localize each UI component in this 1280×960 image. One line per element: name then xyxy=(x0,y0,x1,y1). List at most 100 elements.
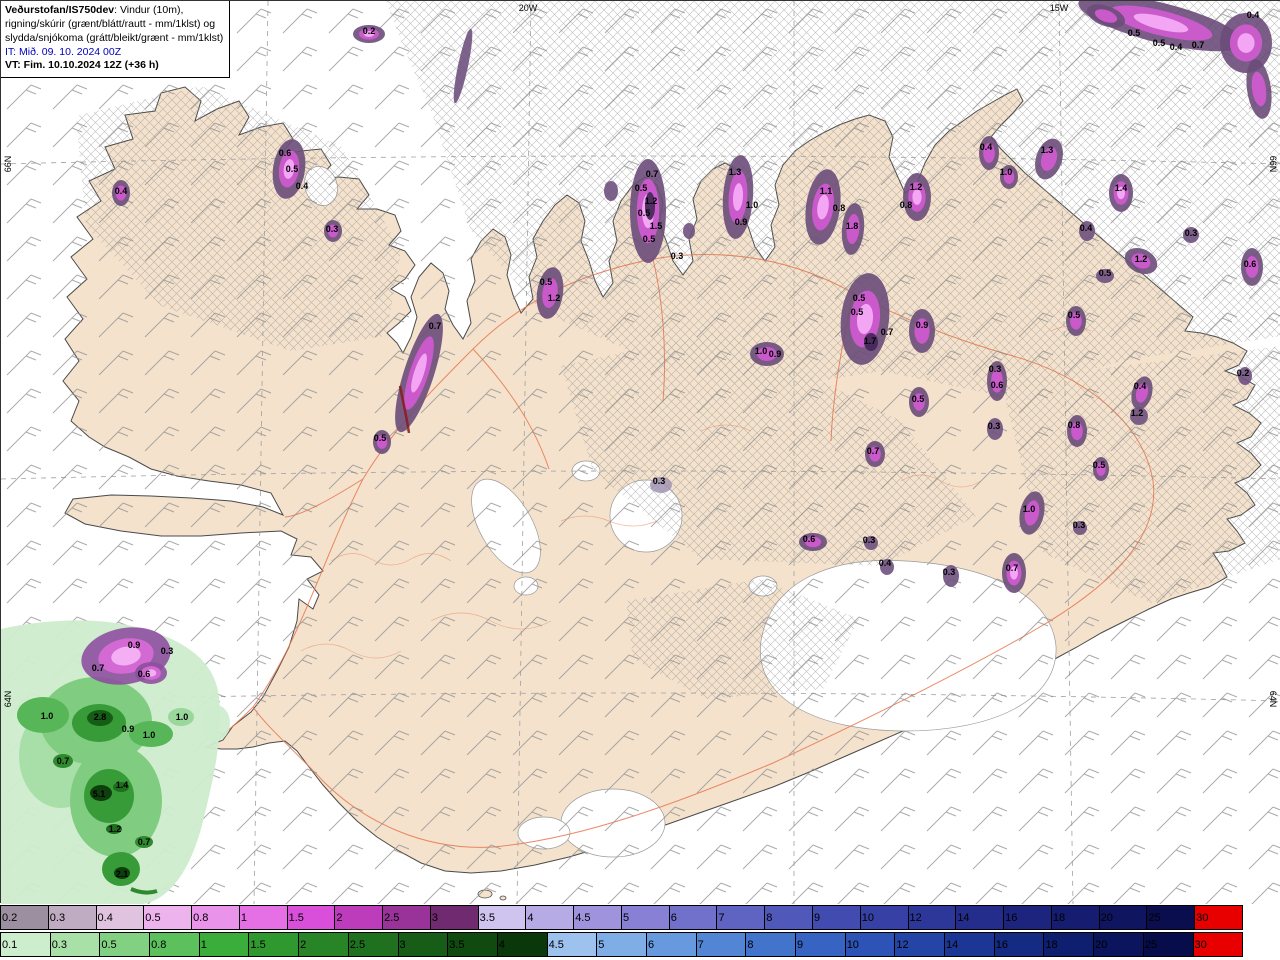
precip-blob xyxy=(1003,170,1015,184)
colorbar-tick-label: 2.5 xyxy=(349,938,366,951)
colorbar-tick-label: 1 xyxy=(200,938,207,951)
precip-blob xyxy=(1245,255,1259,279)
colorbar-segment: 3 xyxy=(430,906,479,929)
precip-blob xyxy=(1073,521,1087,535)
precip-blob xyxy=(912,189,922,205)
colorbar-tick-label: 0.3 xyxy=(49,911,66,924)
colorbar-tick-label: 6 xyxy=(670,911,677,924)
legend-line-rain: rigning/skúrir (grænt/blátt/rautt - mm/1… xyxy=(5,17,216,30)
colorbar-segment: 0.8 xyxy=(150,933,200,956)
precip-blob xyxy=(1070,312,1082,330)
colorbar-segment: 25 xyxy=(1147,906,1196,929)
colorbar-segment: 6 xyxy=(669,906,718,929)
colorbar-segment: 30 xyxy=(1195,906,1242,929)
colorbar-tick-label: 10 xyxy=(861,911,875,924)
colorbar-segment: 18 xyxy=(1044,933,1095,956)
precip-blob xyxy=(987,418,1003,440)
colorbar-segment: 2.5 xyxy=(348,933,399,956)
colorbar-tick-label: 16 xyxy=(1005,911,1018,924)
colorbar-tick-label: 16 xyxy=(995,938,1008,951)
precip-blob xyxy=(869,446,881,462)
colorbar-segment: 30 xyxy=(1193,933,1243,956)
colorbar-segment: 9 xyxy=(796,933,846,956)
precip-blob xyxy=(864,333,878,351)
precip-blob xyxy=(1096,462,1106,476)
colorbar-segment: 20 xyxy=(1099,906,1148,929)
colorbar-segment: 5 xyxy=(597,933,647,956)
colorbar-tick-label: 12 xyxy=(909,911,922,924)
colorbar-tick-label: 0.1 xyxy=(2,938,18,951)
colorbar-segment: 2 xyxy=(335,906,384,929)
colorbar-tick-label: 0.3 xyxy=(51,938,67,951)
valid-time: VT: Fim. 10.10.2024 12Z (+36 h) xyxy=(5,59,159,72)
colorbar-segment: 5 xyxy=(621,906,670,929)
colorbar-tick-label: 20 xyxy=(1095,938,1108,951)
colorbar-segment: 12 xyxy=(908,906,957,929)
colorbar-segment: 3 xyxy=(398,933,449,956)
colorbar-tick-label: 7 xyxy=(697,938,704,951)
precip-blob xyxy=(115,185,127,201)
model-name: Veðurstofan/IS750dev xyxy=(5,4,115,16)
forecast-map: 0.2 0.4 0.5 0.5 0.4 0.7 0.6 0.5 0.4 0.4 0.3 0.7 0.5 1… xyxy=(0,0,1280,904)
colorbar-tick-label: 5 xyxy=(622,911,630,924)
colorbar-tick-label: 2 xyxy=(336,911,343,924)
precip-blob xyxy=(604,181,618,201)
title-line-1-rest: : Vindur (10m), xyxy=(114,4,184,16)
map-canvas xyxy=(1,1,1280,904)
precip-blob xyxy=(1079,221,1095,241)
colorbar-segment: 18 xyxy=(1051,906,1100,929)
colorbar-segment: 7 xyxy=(696,933,747,956)
colorbar-segment: 12 xyxy=(895,933,946,956)
precip-blob xyxy=(983,143,995,163)
colorbar-segment: 0.4 xyxy=(96,906,145,929)
colorbar-tick-label: 0.4 xyxy=(97,911,113,924)
colorbar-segment: 3.5 xyxy=(478,906,527,929)
weather-map-app: 0.2 0.4 0.5 0.5 0.4 0.7 0.6 0.5 0.4 0.4 0.3 0.7 0.5 1… xyxy=(0,0,1280,960)
colorbar-tick-label: 7 xyxy=(718,911,725,924)
colorbar-segment: 0.1 xyxy=(1,933,51,956)
colorbar-tick-label: 30 xyxy=(1196,911,1209,924)
colorbar-segment: 1 xyxy=(199,933,250,956)
colorbar-segment: 4.5 xyxy=(547,933,598,956)
colorbar-segment: 10 xyxy=(845,933,896,956)
precip-blob xyxy=(645,192,655,220)
colorbar-tick-label: 0.5 xyxy=(145,911,161,924)
colorbar-segment: 4.5 xyxy=(574,906,622,929)
precip-blob xyxy=(1183,227,1199,243)
colorbar-segment: 6 xyxy=(646,933,697,956)
colorbar-tick-label: 25 xyxy=(1148,911,1161,924)
colorbar-segment: 25 xyxy=(1143,933,1194,956)
precip-blob xyxy=(1010,566,1018,580)
colorbar-segment: 20 xyxy=(1094,933,1144,956)
colorbar-tick-label: 2 xyxy=(300,938,307,951)
colorbar-tick-label: 0.8 xyxy=(151,938,167,951)
colorbar-tick-label: 3.5 xyxy=(449,938,465,951)
colorbar-tick-label: 9 xyxy=(814,911,821,924)
colorbar-tick-label: 9 xyxy=(797,938,804,951)
colorbar-tick-label: 10 xyxy=(846,938,859,951)
precip-blob xyxy=(913,393,925,411)
precip-blob xyxy=(991,369,1003,393)
colorbar-tick-label: 3 xyxy=(431,911,439,924)
colorbar-tick-label: 5 xyxy=(598,938,605,951)
colorbar-tick-label: 1 xyxy=(240,911,247,924)
colorbar-tick-label: 6 xyxy=(647,938,655,951)
colorbar-tick-label: 18 xyxy=(1052,911,1066,924)
colorbar-segment: 0.2 xyxy=(1,906,49,929)
precip-blob xyxy=(683,223,695,239)
colorbar-tick-label: 1.5 xyxy=(288,911,304,924)
colorbar-tick-label: 18 xyxy=(1045,938,1058,951)
precip-blob xyxy=(757,347,777,361)
colorbar-segment: 8 xyxy=(765,906,814,929)
colorbar-segment: 0.5 xyxy=(144,906,193,929)
colorbar-segment: 0.3 xyxy=(50,933,101,956)
colorbar-tick-label: 8 xyxy=(766,911,773,924)
colorbar-tick-label: 4.5 xyxy=(575,911,591,924)
colorbar-segment: 2.5 xyxy=(383,906,431,929)
colorbar-segment: 8 xyxy=(746,933,796,956)
colorbar-tick-label: 20 xyxy=(1100,911,1113,924)
colorbar-segment: 10 xyxy=(860,906,909,929)
colorbar-tick-label: 30 xyxy=(1194,938,1207,951)
precip-blob xyxy=(327,224,339,238)
colorbar-tick-label: 4 xyxy=(527,911,534,924)
